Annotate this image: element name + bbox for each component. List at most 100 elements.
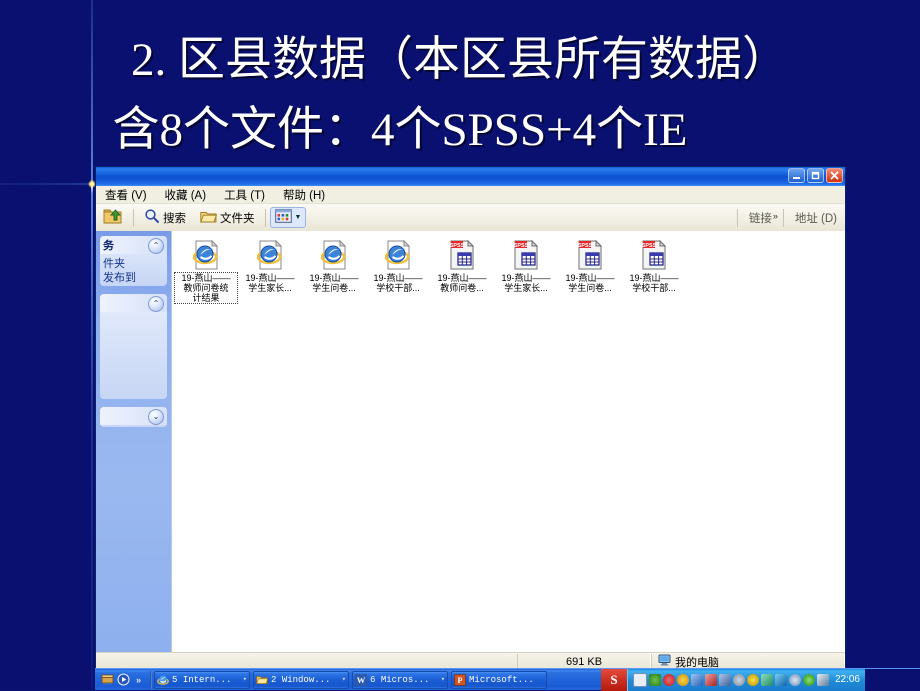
toolbar-separator-3 bbox=[736, 208, 738, 227]
svg-text:SPSS: SPSS bbox=[450, 243, 465, 249]
task-panel-other-places: ⌃ bbox=[100, 294, 167, 399]
links-bar[interactable]: » 链接 bbox=[741, 210, 780, 226]
file-item[interactable]: 19-燕山—— 学生家长... bbox=[238, 237, 302, 303]
address-label[interactable]: 地址 (D) bbox=[787, 210, 845, 226]
media-tray-icon[interactable] bbox=[746, 673, 759, 686]
task-link-folder[interactable]: 件夹 bbox=[103, 257, 165, 271]
menu-item-favorites[interactable]: 收藏 (A) bbox=[156, 186, 216, 204]
file-item[interactable]: 19-燕山—— 学校干部... bbox=[366, 237, 430, 303]
disk-icon[interactable] bbox=[788, 673, 801, 686]
ie-html-icon bbox=[254, 239, 286, 271]
task-panel-file-tasks: 务 ⌃ 件夹 发布到 bbox=[100, 236, 167, 286]
file-label: 19-燕山—— 学校干部... bbox=[629, 273, 679, 293]
download-icon[interactable] bbox=[760, 673, 773, 686]
sync-icon[interactable] bbox=[732, 673, 745, 686]
file-item[interactable]: 19-燕山—— 教师问卷统 计结果 bbox=[174, 237, 238, 304]
file-label: 19-燕山—— 教师问卷统 计结果 bbox=[174, 272, 238, 304]
taskbar-button-microsoft-word[interactable]: W 6 Micros... ▾ bbox=[352, 670, 449, 689]
file-item[interactable]: SPSS 19-燕山—— 教师问卷... bbox=[430, 237, 494, 303]
up-folder-icon bbox=[103, 207, 123, 229]
status-left-cell bbox=[96, 654, 517, 669]
signal-icon[interactable] bbox=[774, 673, 787, 686]
menu-item-tools[interactable]: 工具 (T) bbox=[215, 186, 274, 204]
taskbar-button-windows-explorer[interactable]: 2 Window... ▾ bbox=[253, 670, 350, 689]
search-button[interactable]: 搜索 bbox=[138, 206, 192, 229]
task-panel-title: 务 bbox=[103, 240, 114, 252]
powerpoint-icon: P bbox=[454, 673, 466, 686]
svg-text:W: W bbox=[357, 675, 366, 685]
show-desktop-icon[interactable] bbox=[101, 673, 114, 686]
chevron-down-icon[interactable]: ⌄ bbox=[148, 409, 164, 425]
system-clock[interactable]: 22:06 bbox=[831, 674, 860, 685]
spss-sav-icon: SPSS bbox=[574, 239, 606, 271]
menu-item-view[interactable]: 查看 (V) bbox=[96, 186, 156, 204]
taskbar-button-internet-explorer[interactable]: 5 Intern... ▾ bbox=[154, 670, 251, 689]
ie-html-icon bbox=[190, 239, 222, 271]
sogou-ime-icon[interactable]: S bbox=[600, 668, 627, 691]
chevron-down-icon[interactable]: ▾ bbox=[342, 675, 346, 684]
svg-text:SPSS: SPSS bbox=[514, 243, 529, 249]
views-icon bbox=[274, 209, 292, 226]
minimize-button[interactable] bbox=[788, 168, 805, 183]
taskbar-button-label: 2 Window... bbox=[271, 674, 331, 685]
taskbar-button-label: 5 Intern... bbox=[172, 674, 232, 685]
slide-title-line-1: 2. 区县数据（本区县所有数据） bbox=[131, 34, 789, 86]
ie-html-icon bbox=[318, 239, 350, 271]
explorer-toolbar: 搜索 文件夹 ▼ » 链接 地址 (D) bbox=[96, 204, 845, 232]
taskbar-button-label: 6 Micros... bbox=[370, 674, 430, 685]
plus-icon[interactable] bbox=[802, 673, 815, 686]
status-size-cell: 691 KB bbox=[517, 654, 651, 669]
restore-button[interactable] bbox=[807, 168, 824, 183]
mail-icon[interactable] bbox=[632, 672, 647, 687]
chevron-up-icon-2[interactable]: ⌃ bbox=[148, 296, 164, 312]
up-folder-button[interactable] bbox=[97, 205, 129, 231]
file-label: 19-燕山—— 学校干部... bbox=[373, 273, 423, 293]
close-button[interactable] bbox=[826, 168, 843, 183]
network-icon[interactable] bbox=[690, 673, 703, 686]
folders-button[interactable]: 文件夹 bbox=[194, 207, 261, 229]
views-button[interactable]: ▼ bbox=[269, 207, 307, 228]
task-panel-header[interactable]: 务 ⌃ bbox=[100, 236, 167, 254]
file-label: 19-燕山—— 学生问卷... bbox=[309, 273, 359, 293]
ie-icon bbox=[157, 674, 169, 686]
file-item[interactable]: SPSS 19-燕山—— 学生问卷... bbox=[558, 237, 622, 303]
svg-text:P: P bbox=[458, 676, 463, 685]
word-icon: W bbox=[355, 673, 367, 686]
chevron-double-right-icon[interactable]: » bbox=[133, 675, 144, 685]
chevron-down-icon[interactable]: ▾ bbox=[441, 675, 445, 684]
system-tray: S 22:06 bbox=[600, 668, 920, 691]
file-item[interactable]: 19-燕山—— 学生问卷... bbox=[302, 237, 366, 303]
views-dropdown-arrow[interactable]: ▼ bbox=[295, 214, 302, 221]
qq-icon[interactable] bbox=[662, 673, 675, 686]
file-item[interactable]: SPSS 19-燕山—— 学生家长... bbox=[494, 237, 558, 303]
media-player-icon[interactable] bbox=[117, 673, 130, 686]
spss-sav-icon: SPSS bbox=[638, 239, 670, 271]
toolbar-separator-1 bbox=[133, 208, 134, 227]
window-title-bar[interactable] bbox=[96, 167, 845, 186]
file-list-pane[interactable]: 19-燕山—— 教师问卷统 计结果 19-燕山—— 学生家长... 19-燕山—… bbox=[171, 231, 845, 653]
menu-item-help[interactable]: 帮助 (H) bbox=[274, 186, 334, 204]
spss-sav-icon: SPSS bbox=[446, 239, 478, 271]
taskbar-button-microsoft-powerpoint[interactable]: P Microsoft... bbox=[451, 670, 548, 689]
folders-label: 文件夹 bbox=[220, 212, 255, 225]
monitor-icon[interactable] bbox=[816, 673, 829, 686]
chevron-down-icon[interactable]: ▾ bbox=[243, 675, 247, 684]
chevron-up-icon[interactable]: ⌃ bbox=[148, 238, 164, 254]
task-panel-body-2 bbox=[100, 312, 167, 320]
explorer-body: 务 ⌃ 件夹 发布到 ⌃ ⌄ 19-燕山—— 教师问卷统 计结果 19-燕山——… bbox=[96, 231, 845, 653]
task-link-publish[interactable]: 发布到 bbox=[103, 271, 165, 285]
volume-icon[interactable] bbox=[704, 673, 717, 686]
task-panel-body: 件夹 发布到 bbox=[100, 254, 167, 286]
task-panel-header-3[interactable]: ⌄ bbox=[100, 407, 167, 425]
window-controls bbox=[788, 168, 843, 183]
windows-taskbar: » 5 Intern... ▾ 2 Window... ▾ W 6 Micros… bbox=[95, 668, 920, 691]
antivirus-icon[interactable] bbox=[648, 673, 661, 686]
file-label: 19-燕山—— 学生家长... bbox=[245, 273, 295, 293]
task-panel-header-2[interactable]: ⌃ bbox=[100, 294, 167, 312]
my-computer-icon bbox=[658, 654, 671, 669]
file-item[interactable]: SPSS 19-燕山—— 学校干部... bbox=[622, 237, 686, 303]
update-icon[interactable] bbox=[718, 673, 731, 686]
chevron-double-right-icon[interactable]: » bbox=[773, 211, 778, 221]
toolbar-separator-4 bbox=[782, 208, 784, 227]
security-alert-icon[interactable] bbox=[676, 673, 689, 686]
